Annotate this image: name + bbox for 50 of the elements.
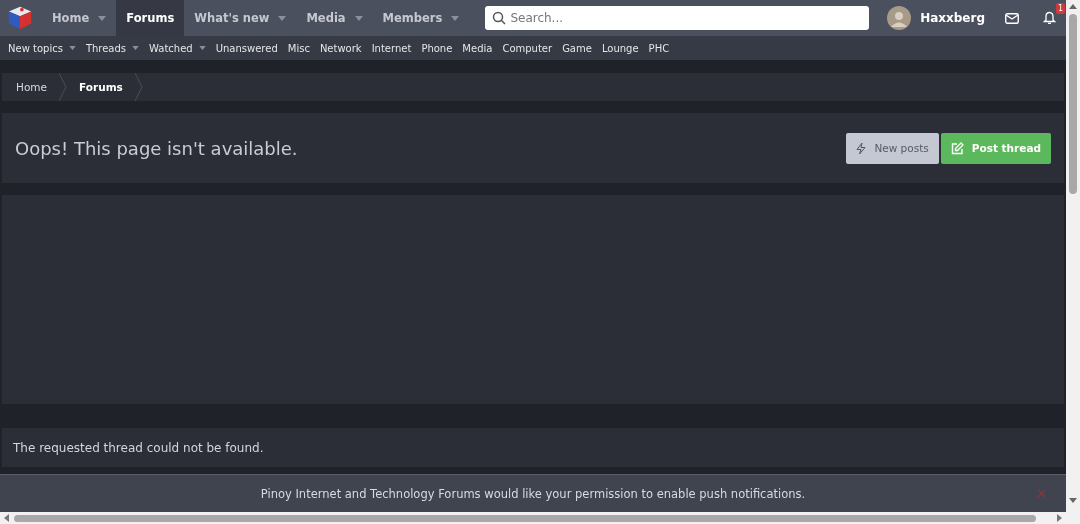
right-arrow-icon[interactable] <box>1056 514 1062 522</box>
subnav-link[interactable]: New topics <box>4 42 80 54</box>
subnav-link[interactable]: Watched <box>145 42 210 54</box>
push-message: Pinoy Internet and Technology Forums would like your permission to enable push notifications. <box>260 486 806 501</box>
subnav-link[interactable]: Misc <box>283 42 314 54</box>
vertical-scrollbar[interactable] <box>1066 0 1080 524</box>
subnav-link[interactable]: Unanswered <box>211 42 282 54</box>
breadcrumb-link[interactable]: Forums <box>67 81 135 93</box>
nav-tab[interactable]: What's new <box>184 0 297 36</box>
caret-icon <box>354 15 363 21</box>
subnav-link[interactable]: Network <box>315 42 366 54</box>
scrollbar-thumb[interactable] <box>1069 14 1077 194</box>
subnav-link[interactable]: Phone <box>417 42 457 54</box>
caret-icon <box>132 46 140 50</box>
page-title: Oops! This page isn't available. <box>15 137 298 159</box>
scrollbar-thumb[interactable] <box>14 514 1036 522</box>
subnav-link[interactable]: Game <box>558 42 596 54</box>
edit-icon <box>950 141 964 155</box>
username-link[interactable]: Haxxberg <box>920 11 985 25</box>
envelope-icon[interactable] <box>1005 12 1019 24</box>
nav-tab[interactable]: Media <box>296 0 373 36</box>
new-posts-button[interactable]: New posts <box>846 132 939 164</box>
subnav-link[interactable]: Threads <box>81 42 144 54</box>
notification-badge: 1 <box>1055 3 1065 14</box>
nav-tab[interactable]: Members <box>372 0 470 36</box>
nav-tab[interactable]: Home <box>42 0 117 36</box>
nav-tab[interactable]: Forums <box>116 0 185 36</box>
up-arrow-icon[interactable] <box>1069 4 1077 10</box>
caret-icon <box>278 15 287 21</box>
horizontal-scrollbar[interactable] <box>0 512 1066 524</box>
cube-logo-icon[interactable] <box>6 4 34 32</box>
down-arrow-icon[interactable] <box>1069 498 1077 504</box>
caret-icon <box>68 46 76 50</box>
chevron-icon <box>134 73 143 101</box>
lightning-icon <box>856 141 867 155</box>
caret-icon <box>198 46 206 50</box>
subnav-link[interactable]: Internet <box>367 42 416 54</box>
caret-icon <box>98 15 107 21</box>
avatar-icon[interactable] <box>887 6 912 30</box>
subnav-link[interactable]: Lounge <box>597 42 643 54</box>
chevron-icon <box>59 73 67 101</box>
subnav-link[interactable]: Media <box>458 42 497 54</box>
bell-icon[interactable] <box>1043 11 1056 25</box>
search-field[interactable]: Search... <box>485 6 870 30</box>
breadcrumb-link[interactable]: Home <box>4 81 59 93</box>
caret-icon <box>451 15 460 21</box>
subnav-link[interactable]: Computer <box>498 42 557 54</box>
subnav-link[interactable]: PHC <box>644 42 674 54</box>
error-message: The requested thread could not be found. <box>13 440 264 455</box>
left-arrow-icon[interactable] <box>4 514 10 522</box>
